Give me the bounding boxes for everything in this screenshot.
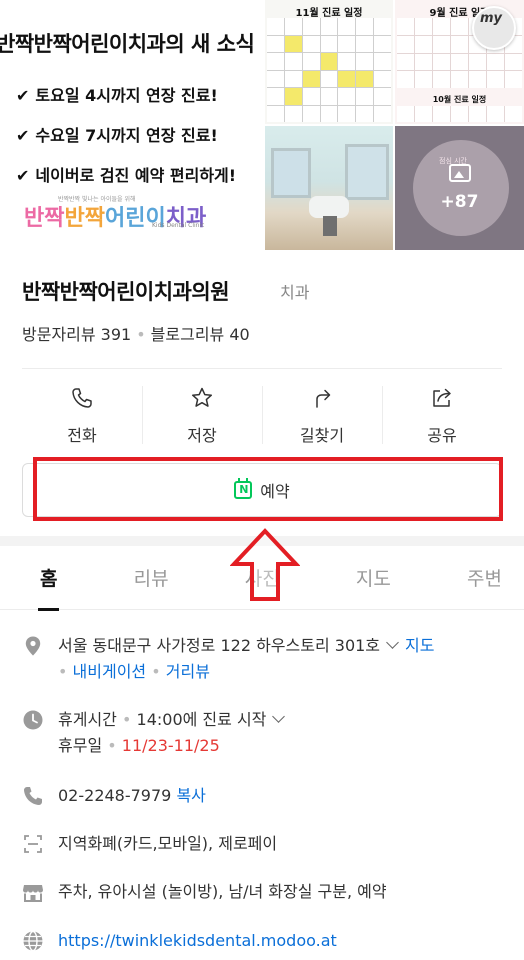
calendar-grid: [267, 18, 391, 122]
banner-line-2: ✔ 수요일 7시까지 연장 진료!: [16, 126, 218, 145]
hours-detail: 14:00에 진료 시작: [136, 710, 267, 729]
reservation-label: 예약: [260, 482, 290, 501]
save-button[interactable]: 저장: [142, 380, 262, 450]
my-profile-button[interactable]: my: [472, 6, 516, 50]
more-photos-count: +87: [440, 192, 479, 212]
copy-link[interactable]: 복사: [176, 786, 205, 805]
reservation-button[interactable]: N 예약: [22, 463, 502, 517]
directions-button[interactable]: 길찾기: [262, 380, 382, 450]
address-text: 서울 동대문구 사가정로 122 하우스토리 301호: [58, 636, 381, 655]
schedule-photo-september[interactable]: 9월 진료 일정 10월 진료 일정 my: [395, 0, 524, 124]
street-view-link[interactable]: 거리뷰: [166, 662, 210, 681]
place-category: 치과: [280, 283, 310, 302]
banner-line-3: ✔ 네이버로 검진 예약 편리하게!: [16, 166, 237, 185]
phone-number[interactable]: 02-2248-7979: [58, 786, 171, 805]
visitor-reviews-link[interactable]: 방문자리뷰 391: [22, 325, 131, 344]
share-button[interactable]: 공유: [382, 380, 502, 450]
blog-reviews-link[interactable]: 블로그리뷰 40: [151, 325, 250, 344]
payment-icon: [24, 835, 42, 853]
address-row: 서울 동대문구 사가정로 122 하우스토리 301호 지도 • 내비게이션 • …: [22, 633, 502, 689]
more-photo-card: 점심 시간: [413, 140, 509, 236]
call-button[interactable]: 전화: [22, 380, 142, 450]
save-label: 저장: [187, 426, 217, 445]
hours-status: 휴게시간: [58, 710, 117, 729]
more-photos-button[interactable]: 점심 시간 +87: [395, 126, 524, 250]
website-link[interactable]: https://twinklekidsdental.modoo.at: [58, 931, 337, 950]
logo-subtitle: Kids Dental Clinic: [152, 222, 205, 229]
photo-icon: [449, 164, 471, 182]
calendar-grid-october: [397, 106, 522, 122]
dental-chair: [309, 196, 349, 218]
tab-reviews[interactable]: 리뷰: [134, 556, 169, 609]
calendar-n-icon: N: [234, 478, 253, 499]
location-pin-icon: [25, 636, 41, 656]
action-bar: 전화 저장 길찾기 공유: [22, 380, 502, 450]
clock-icon: [23, 710, 43, 730]
clinic-room-photo[interactable]: [264, 126, 393, 250]
photo-gallery[interactable]: 반짝반짝어린이치과의 새 소식 ✔ 토요일 4시까지 연장 진료! ✔ 수요일 7시…: [0, 0, 524, 250]
tab-nearby[interactable]: 주변: [467, 556, 502, 609]
calendar-title: 11월 진료 일정: [295, 8, 363, 19]
share-icon: [433, 388, 451, 407]
holiday-label: 휴무일: [58, 736, 103, 755]
map-link[interactable]: 지도: [405, 636, 434, 655]
tab-home[interactable]: 홈: [37, 556, 61, 611]
globe-icon: [23, 930, 43, 952]
navigation-link[interactable]: 내비게이션: [73, 662, 147, 681]
phone-small-icon: [24, 787, 42, 805]
chevron-down-icon[interactable]: [272, 710, 286, 723]
calendar-title-october: 10월 진료 일정: [432, 95, 487, 104]
back-icon[interactable]: [20, 20, 40, 40]
room-window: [271, 148, 311, 198]
store-icon: [23, 885, 43, 902]
star-icon: [191, 387, 213, 407]
up-arrow-annotation: [230, 528, 300, 601]
payment-text: 지역화폐(카드,모바일), 제로페이: [58, 834, 278, 853]
website-row: https://twinklekidsdental.modoo.at: [22, 928, 502, 956]
amenities-row: 주차, 유아시설 (놀이방), 남/녀 화장실 구분, 예약: [22, 879, 502, 907]
hours-row[interactable]: 휴게시간 • 14:00에 진료 시작 휴무일 • 11/23-11/25: [22, 707, 502, 763]
place-name: 반짝반짝어린이치과의원: [22, 280, 230, 304]
holiday-dates: 11/23-11/25: [121, 736, 220, 755]
call-label: 전화: [67, 426, 97, 445]
dental-chair-base: [323, 216, 337, 236]
room-window: [345, 144, 389, 200]
directions-icon: [316, 389, 331, 408]
divider: [22, 368, 502, 369]
schedule-photo-november[interactable]: 11월 진료 일정: [264, 0, 393, 124]
chevron-down-icon[interactable]: [386, 636, 399, 649]
phone-icon: [72, 388, 92, 408]
amenities-text: 주차, 유아시설 (놀이방), 남/녀 화장실 구분, 예약: [58, 882, 387, 901]
review-counts: 방문자리뷰 391 • 블로그리뷰 40: [22, 325, 250, 344]
directions-label: 길찾기: [299, 426, 345, 445]
tab-map[interactable]: 지도: [356, 556, 391, 609]
payment-row: 지역화폐(카드,모바일), 제로페이: [22, 831, 502, 859]
phone-row: 02-2248-7979 복사: [22, 783, 502, 811]
banner-line-1: ✔ 토요일 4시까지 연장 진료!: [16, 86, 218, 105]
share-label: 공유: [427, 426, 457, 445]
